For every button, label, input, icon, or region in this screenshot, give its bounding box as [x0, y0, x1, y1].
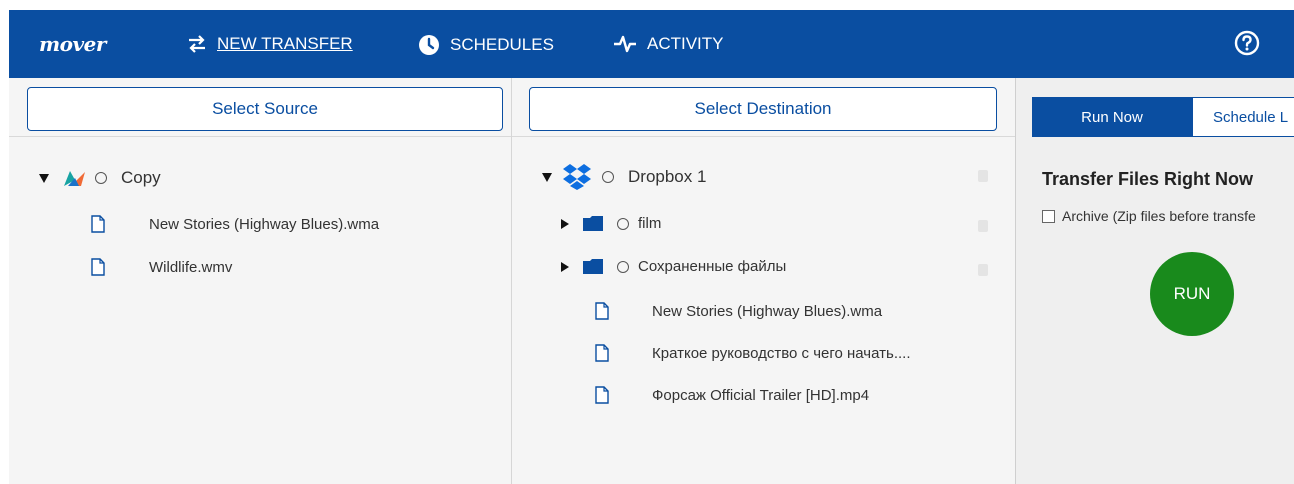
folder-name: Сохраненные файлы [638, 258, 787, 275]
file-icon [595, 302, 609, 320]
mover-logo[interactable]: mover [39, 32, 106, 56]
tab-schedule[interactable]: Schedule L [1192, 97, 1294, 137]
list-item[interactable]: New Stories (Highway Blues).wma [91, 215, 379, 233]
folder-name: film [638, 215, 662, 232]
tab-run-now[interactable]: Run Now [1032, 97, 1192, 137]
source-separator [9, 136, 511, 137]
nav-schedules-label: SCHEDULES [450, 35, 554, 54]
nav-activity[interactable]: ACTIVITY [613, 34, 724, 54]
row-indicator [978, 170, 988, 182]
source-root-label: Copy [121, 168, 161, 187]
list-item[interactable]: Форсаж Official Trailer [HD].mp4 [595, 386, 869, 404]
destination-panel: Select Destination Dropbox 1 film Сохран… [512, 78, 1016, 484]
expand-down-icon[interactable] [39, 173, 49, 183]
transfer-arrows-icon [189, 35, 205, 53]
nav-new-transfer-label: NEW TRANSFER [217, 34, 353, 53]
folder-radio[interactable] [617, 260, 629, 273]
top-nav-bar: mover NEW TRANSFER SCHEDULES ACTIVITY [9, 10, 1294, 78]
select-source-button[interactable]: Select Source [27, 87, 503, 131]
folder-row[interactable]: Сохраненные файлы [561, 258, 786, 275]
folder-icon [583, 259, 603, 274]
file-name: New Stories (Highway Blues).wma [149, 215, 380, 233]
file-name: New Stories (Highway Blues).wma [652, 302, 883, 320]
list-item[interactable]: Краткое руководство с чего начать.... [595, 344, 911, 362]
nav-schedules[interactable]: SCHEDULES [418, 34, 554, 56]
list-item[interactable]: New Stories (Highway Blues).wma [595, 302, 882, 320]
file-icon [91, 258, 105, 276]
help-icon[interactable] [1234, 30, 1260, 56]
archive-checkbox[interactable] [1042, 209, 1055, 223]
file-icon [91, 215, 105, 233]
select-destination-button[interactable]: Select Destination [529, 87, 997, 131]
destination-root-label: Dropbox 1 [628, 167, 707, 186]
expand-right-icon[interactable] [561, 218, 569, 229]
file-name: Форсаж Official Trailer [HD].mp4 [652, 386, 870, 404]
source-panel: Select Source Copy New Stories (Highway … [9, 78, 512, 484]
folder-radio[interactable] [617, 217, 629, 230]
nav-new-transfer[interactable]: NEW TRANSFER [187, 34, 353, 54]
row-indicator [978, 220, 988, 232]
copy-service-icon [64, 171, 85, 186]
destination-separator [512, 136, 1015, 137]
run-panel: Run Now Schedule L Transfer Files Right … [1016, 78, 1294, 484]
run-button[interactable]: RUN [1150, 252, 1234, 336]
archive-label: Archive (Zip files before transfe [1062, 208, 1256, 224]
folder-icon [583, 216, 603, 231]
activity-pulse-icon [614, 35, 636, 53]
source-root-row[interactable]: Copy [39, 168, 161, 188]
dropbox-icon [563, 164, 591, 190]
expand-right-icon[interactable] [561, 261, 569, 272]
nav-activity-label: ACTIVITY [647, 34, 724, 53]
file-icon [595, 344, 609, 362]
file-name: Wildlife.wmv [149, 258, 233, 276]
destination-root-radio[interactable] [602, 171, 614, 183]
folder-row[interactable]: film [561, 215, 661, 232]
file-icon [595, 386, 609, 404]
source-root-radio[interactable] [95, 172, 107, 184]
expand-down-icon[interactable] [542, 172, 552, 182]
list-item[interactable]: Wildlife.wmv [91, 258, 232, 276]
archive-option[interactable]: Archive (Zip files before transfe [1042, 208, 1256, 224]
clock-icon [419, 35, 439, 55]
row-indicator [978, 264, 988, 276]
run-panel-title: Transfer Files Right Now [1042, 169, 1254, 189]
file-name: Краткое руководство с чего начать.... [652, 344, 911, 362]
destination-root-row[interactable]: Dropbox 1 [542, 163, 706, 191]
